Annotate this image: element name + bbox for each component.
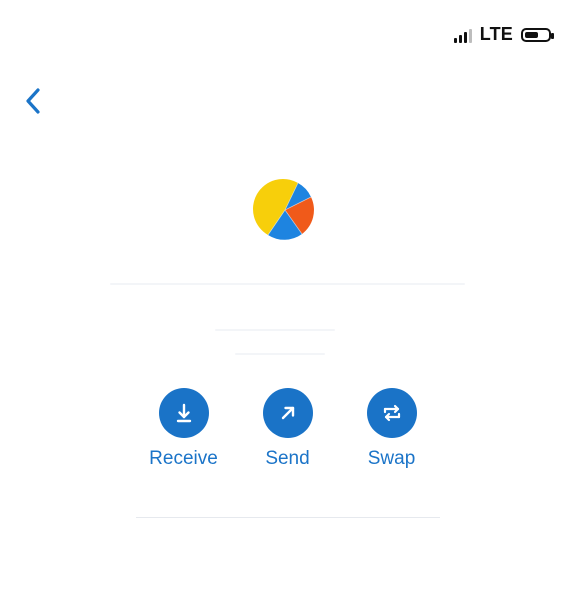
swap-circle[interactable] (366, 388, 417, 438)
network-label: LTE (479, 24, 513, 44)
signal-icon (453, 27, 472, 43)
swap-button[interactable]: Swap (355, 388, 429, 470)
arrow-up-right-icon (281, 406, 294, 420)
multicolor-pie-icon (252, 178, 314, 240)
send-button[interactable]: Send (251, 388, 325, 470)
swap-arrows-icon (383, 404, 400, 422)
send-label: Send (265, 448, 310, 469)
send-circle[interactable] (262, 388, 313, 438)
status-bar: LTE (453, 24, 554, 45)
receive-label: Receive (149, 448, 218, 469)
back-button[interactable] (16, 84, 50, 118)
faint-title-line (110, 283, 465, 285)
action-row: Receive Send Swap (0, 388, 575, 470)
swap-label: Swap (367, 448, 416, 469)
divider (136, 517, 440, 518)
download-icon (176, 403, 191, 423)
battery-icon (521, 27, 554, 42)
chevron-left-icon (26, 88, 40, 114)
faint-subtitle-line (215, 329, 335, 331)
token-avatar (252, 177, 318, 243)
faint-caption-line (235, 353, 325, 355)
receive-circle[interactable] (158, 388, 209, 438)
receive-button[interactable]: Receive (147, 388, 221, 470)
